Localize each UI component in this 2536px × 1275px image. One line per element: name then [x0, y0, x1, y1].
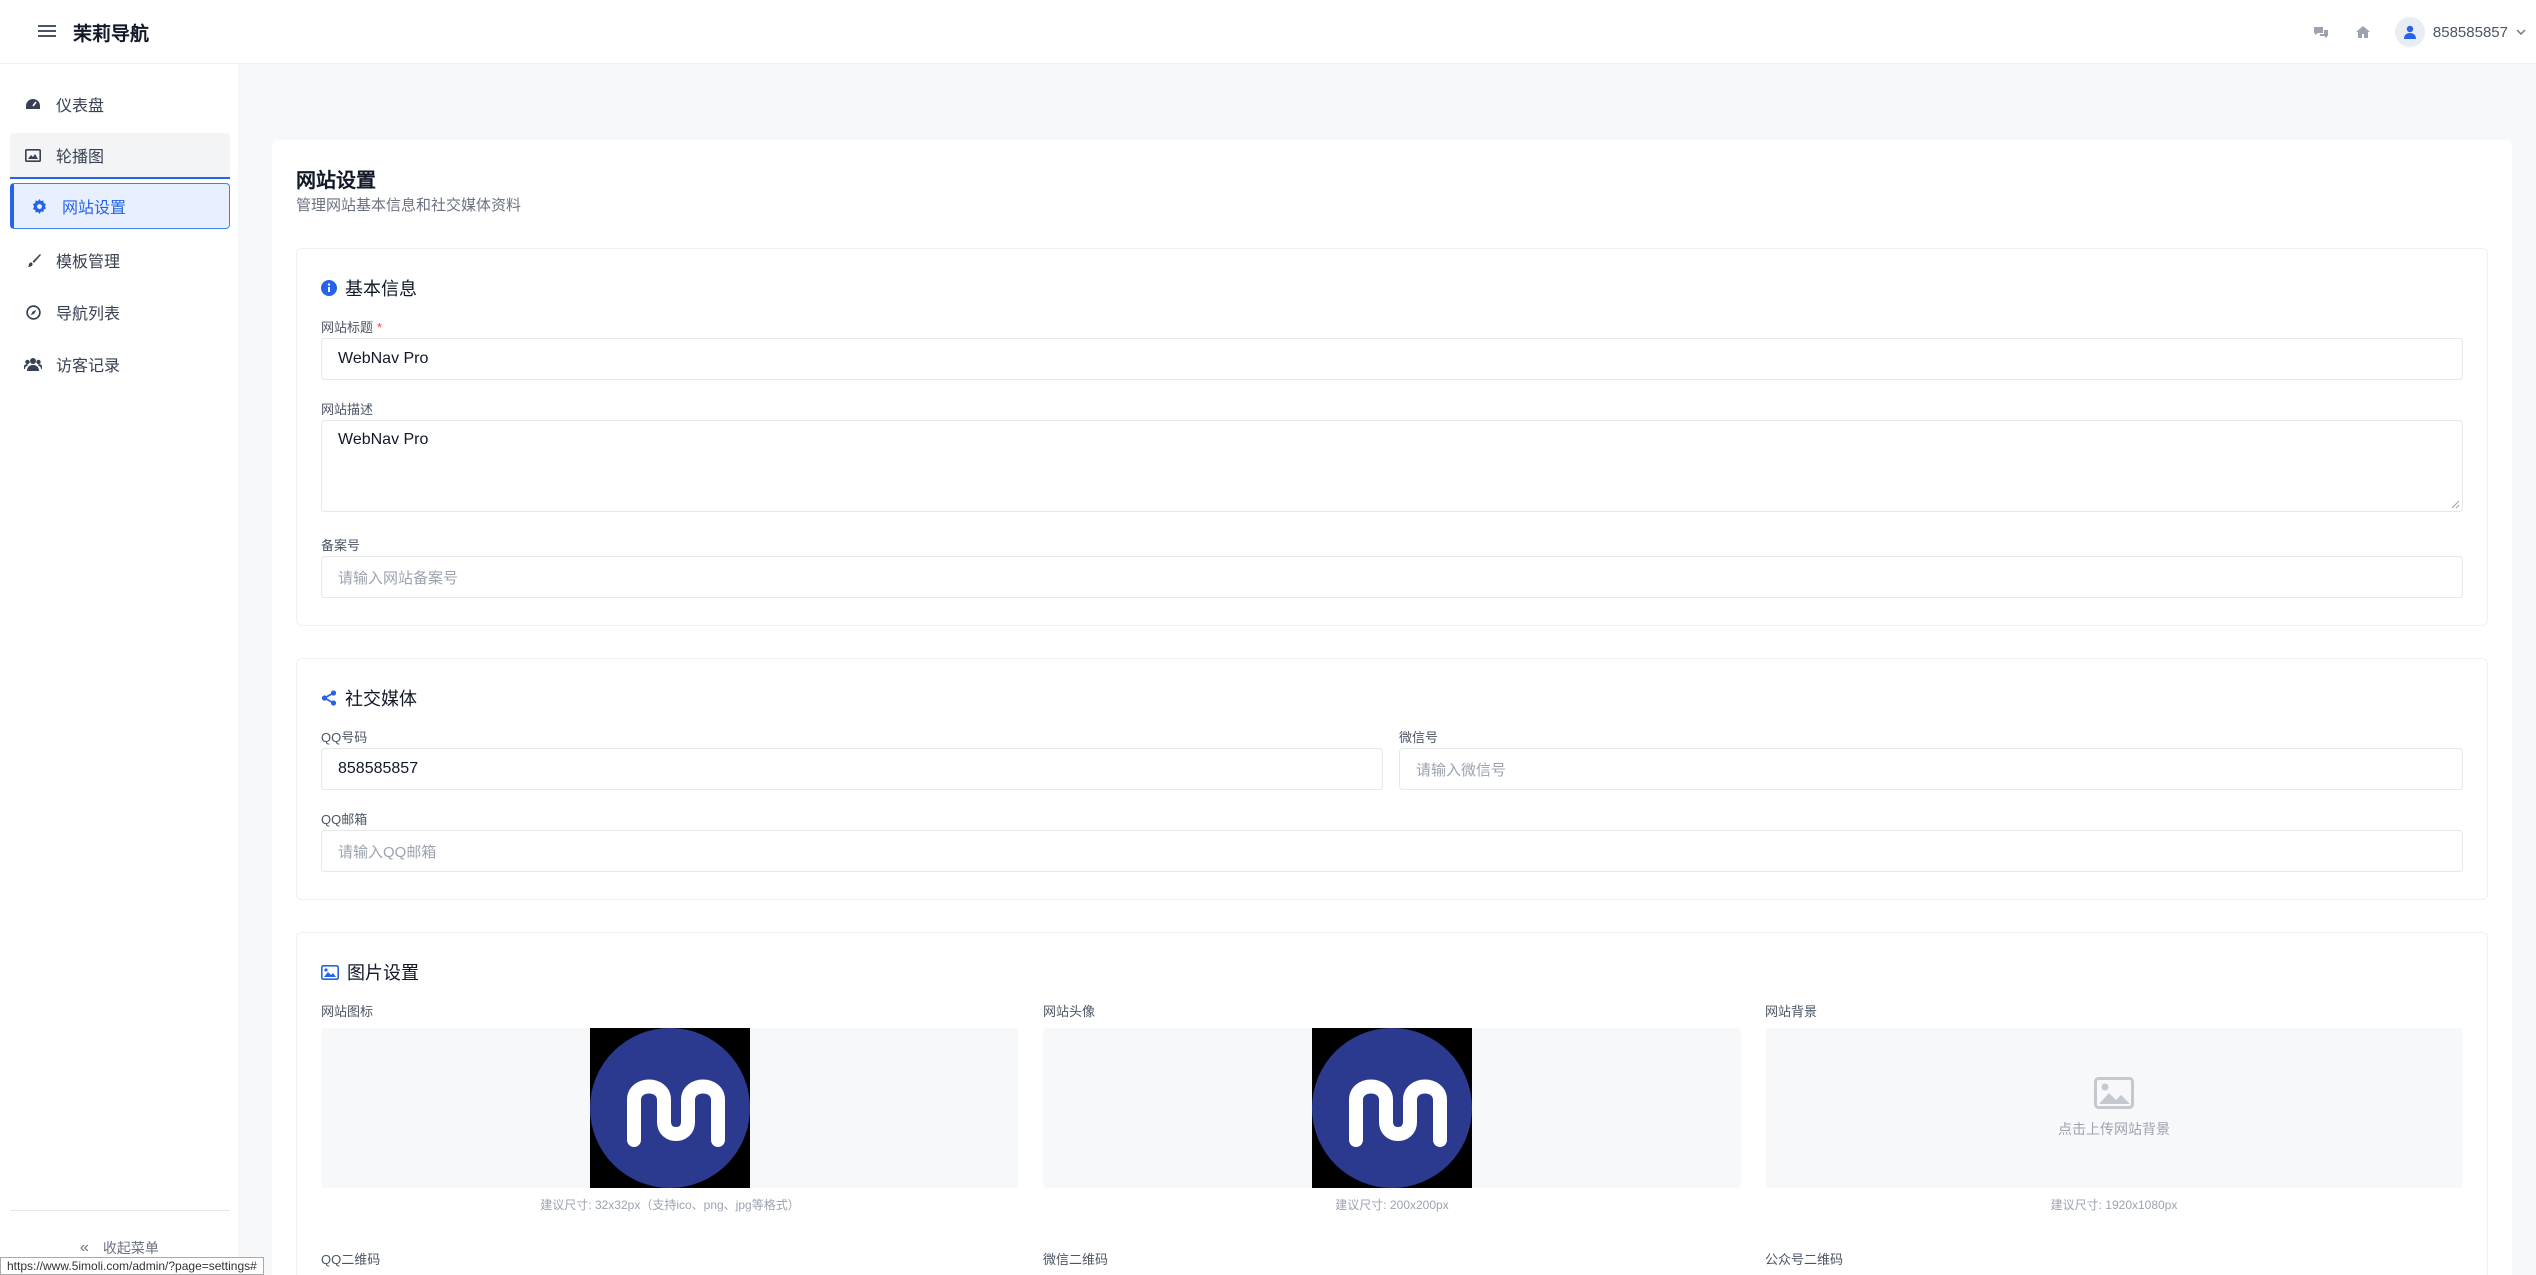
site-title-label: 网站标题 *	[321, 317, 382, 336]
menu-toggle-icon[interactable]	[38, 22, 56, 40]
share-icon	[321, 690, 337, 706]
resize-handle-icon[interactable]	[2450, 499, 2460, 509]
icp-label: 备案号	[321, 538, 361, 553]
required-mark: *	[377, 320, 383, 335]
sidebar-item-nav-list[interactable]: 导航列表	[10, 289, 230, 335]
site-icon-label: 网站图标	[321, 1004, 374, 1019]
user-menu[interactable]: 858585857	[2394, 17, 2526, 47]
site-desc-label: 网站描述	[321, 402, 374, 417]
brand-title: 茉莉导航	[73, 24, 150, 45]
site-icon-upload[interactable]	[321, 1028, 1019, 1188]
double-chevron-left-icon: «	[80, 1239, 89, 1256]
top-right-actions: 858585857	[2311, 16, 2526, 48]
site-bg-upload[interactable]: 点击上传网站背景	[1765, 1028, 2463, 1188]
top-bar: 茉莉导航 858585857	[0, 0, 2536, 64]
image-placeholder-icon	[2094, 1077, 2134, 1109]
sidebar-item-visitors[interactable]: 访客记录	[10, 341, 230, 387]
qq-label: QQ号码	[321, 730, 368, 745]
home-icon[interactable]	[2353, 22, 2373, 42]
image-icon	[321, 964, 339, 980]
site-avatar-upload[interactable]	[1043, 1028, 1741, 1188]
site-bg-label: 网站背景	[1765, 1004, 1818, 1019]
section-title-text: 社交媒体	[345, 689, 417, 709]
brand-logo-icon	[590, 1028, 750, 1188]
sidebar-item-templates[interactable]: 模板管理	[10, 237, 230, 283]
status-bar-url: https://www.5imoli.com/admin/?page=setti…	[0, 1257, 264, 1275]
brand-logo-icon	[1312, 1028, 1472, 1188]
site-bg-hint: 建议尺寸: 1920x1080px	[2050, 1198, 2178, 1212]
compass-icon	[24, 303, 42, 321]
collapse-menu-button[interactable]: « 收起菜单	[80, 1238, 159, 1258]
gear-icon	[30, 197, 48, 215]
site-desc-value: WebNav Pro	[338, 431, 429, 448]
section-title: 社交媒体	[321, 685, 417, 711]
site-icon-hint: 建议尺寸: 32x32px（支持ico、png、jpg等格式）	[540, 1198, 800, 1212]
dashboard-icon	[24, 95, 42, 113]
qq-qr-label: QQ二维码	[321, 1252, 381, 1267]
wechat-label: 微信号	[1399, 730, 1439, 745]
collapse-menu-label: 收起菜单	[102, 1240, 159, 1256]
section-title-text: 图片设置	[347, 963, 419, 983]
site-desc-textarea[interactable]: WebNav Pro	[321, 420, 2463, 512]
mp-qr-label: 公众号二维码	[1765, 1252, 1844, 1267]
icp-input[interactable]: 请输入网站备案号	[321, 556, 2463, 598]
section-title-text: 基本信息	[345, 279, 417, 299]
sidebar-item-label: 访客记录	[56, 358, 121, 375]
site-avatar-hint: 建议尺寸: 200x200px	[1335, 1198, 1449, 1212]
image-icon	[24, 146, 42, 164]
sidebar-item-label: 仪表盘	[56, 98, 105, 115]
user-name: 858585857	[2432, 23, 2508, 41]
users-icon	[24, 355, 42, 373]
chat-icon[interactable]	[2311, 22, 2331, 42]
sidebar-item-carousel[interactable]: 轮播图	[10, 133, 230, 179]
sidebar-item-label: 导航列表	[56, 306, 121, 323]
qq-email-label: QQ邮箱	[321, 812, 368, 827]
page-subtitle: 管理网站基本信息和社交媒体资料	[296, 197, 522, 214]
wechat-qr-label: 微信二维码	[1043, 1252, 1109, 1267]
info-icon	[321, 280, 337, 296]
site-title-input[interactable]: WebNav Pro	[321, 338, 2463, 380]
site-title-label-text: 网站标题	[321, 320, 374, 335]
wechat-input[interactable]: 请输入微信号	[1399, 748, 2463, 790]
qq-email-input[interactable]: 请输入QQ邮箱	[321, 830, 2463, 872]
sidebar: 仪表盘 轮播图 网站设置 模板管理 导航列表 访客记录 « 收起菜单	[0, 64, 238, 1275]
avatar	[2394, 17, 2425, 47]
sidebar-item-label: 网站设置	[62, 200, 127, 217]
brush-icon	[24, 251, 42, 269]
qq-input[interactable]: 858585857	[321, 748, 1383, 790]
site-avatar-label: 网站头像	[1043, 1004, 1096, 1019]
image-settings-section: 图片设置 网站图标 建议尺寸: 32x32px（支持ico、png、jpg等格式…	[296, 932, 2488, 1275]
basic-info-section: 基本信息 网站标题 * WebNav Pro 网站描述 WebNav Pro 备案…	[296, 248, 2488, 626]
page-title: 网站设置	[296, 170, 376, 192]
site-bg-upload-text: 点击上传网站背景	[2058, 1121, 2170, 1137]
sidebar-item-label: 模板管理	[56, 254, 121, 271]
sidebar-divider	[10, 1210, 230, 1211]
sidebar-item-dashboard[interactable]: 仪表盘	[10, 81, 230, 127]
site-avatar-image	[1312, 1028, 1472, 1188]
chevron-down-icon	[2516, 29, 2526, 35]
settings-card: 网站设置 管理网站基本信息和社交媒体资料 基本信息 网站标题 * WebNav P…	[272, 140, 2512, 1275]
sidebar-item-label: 轮播图	[56, 149, 105, 166]
social-media-section: 社交媒体 QQ号码 858585857 微信号 请输入微信号 QQ邮箱 请输入Q…	[296, 658, 2488, 900]
sidebar-item-settings[interactable]: 网站设置	[10, 183, 230, 229]
site-icon-image	[590, 1028, 750, 1188]
section-title: 图片设置	[321, 959, 419, 985]
section-title: 基本信息	[321, 275, 417, 301]
